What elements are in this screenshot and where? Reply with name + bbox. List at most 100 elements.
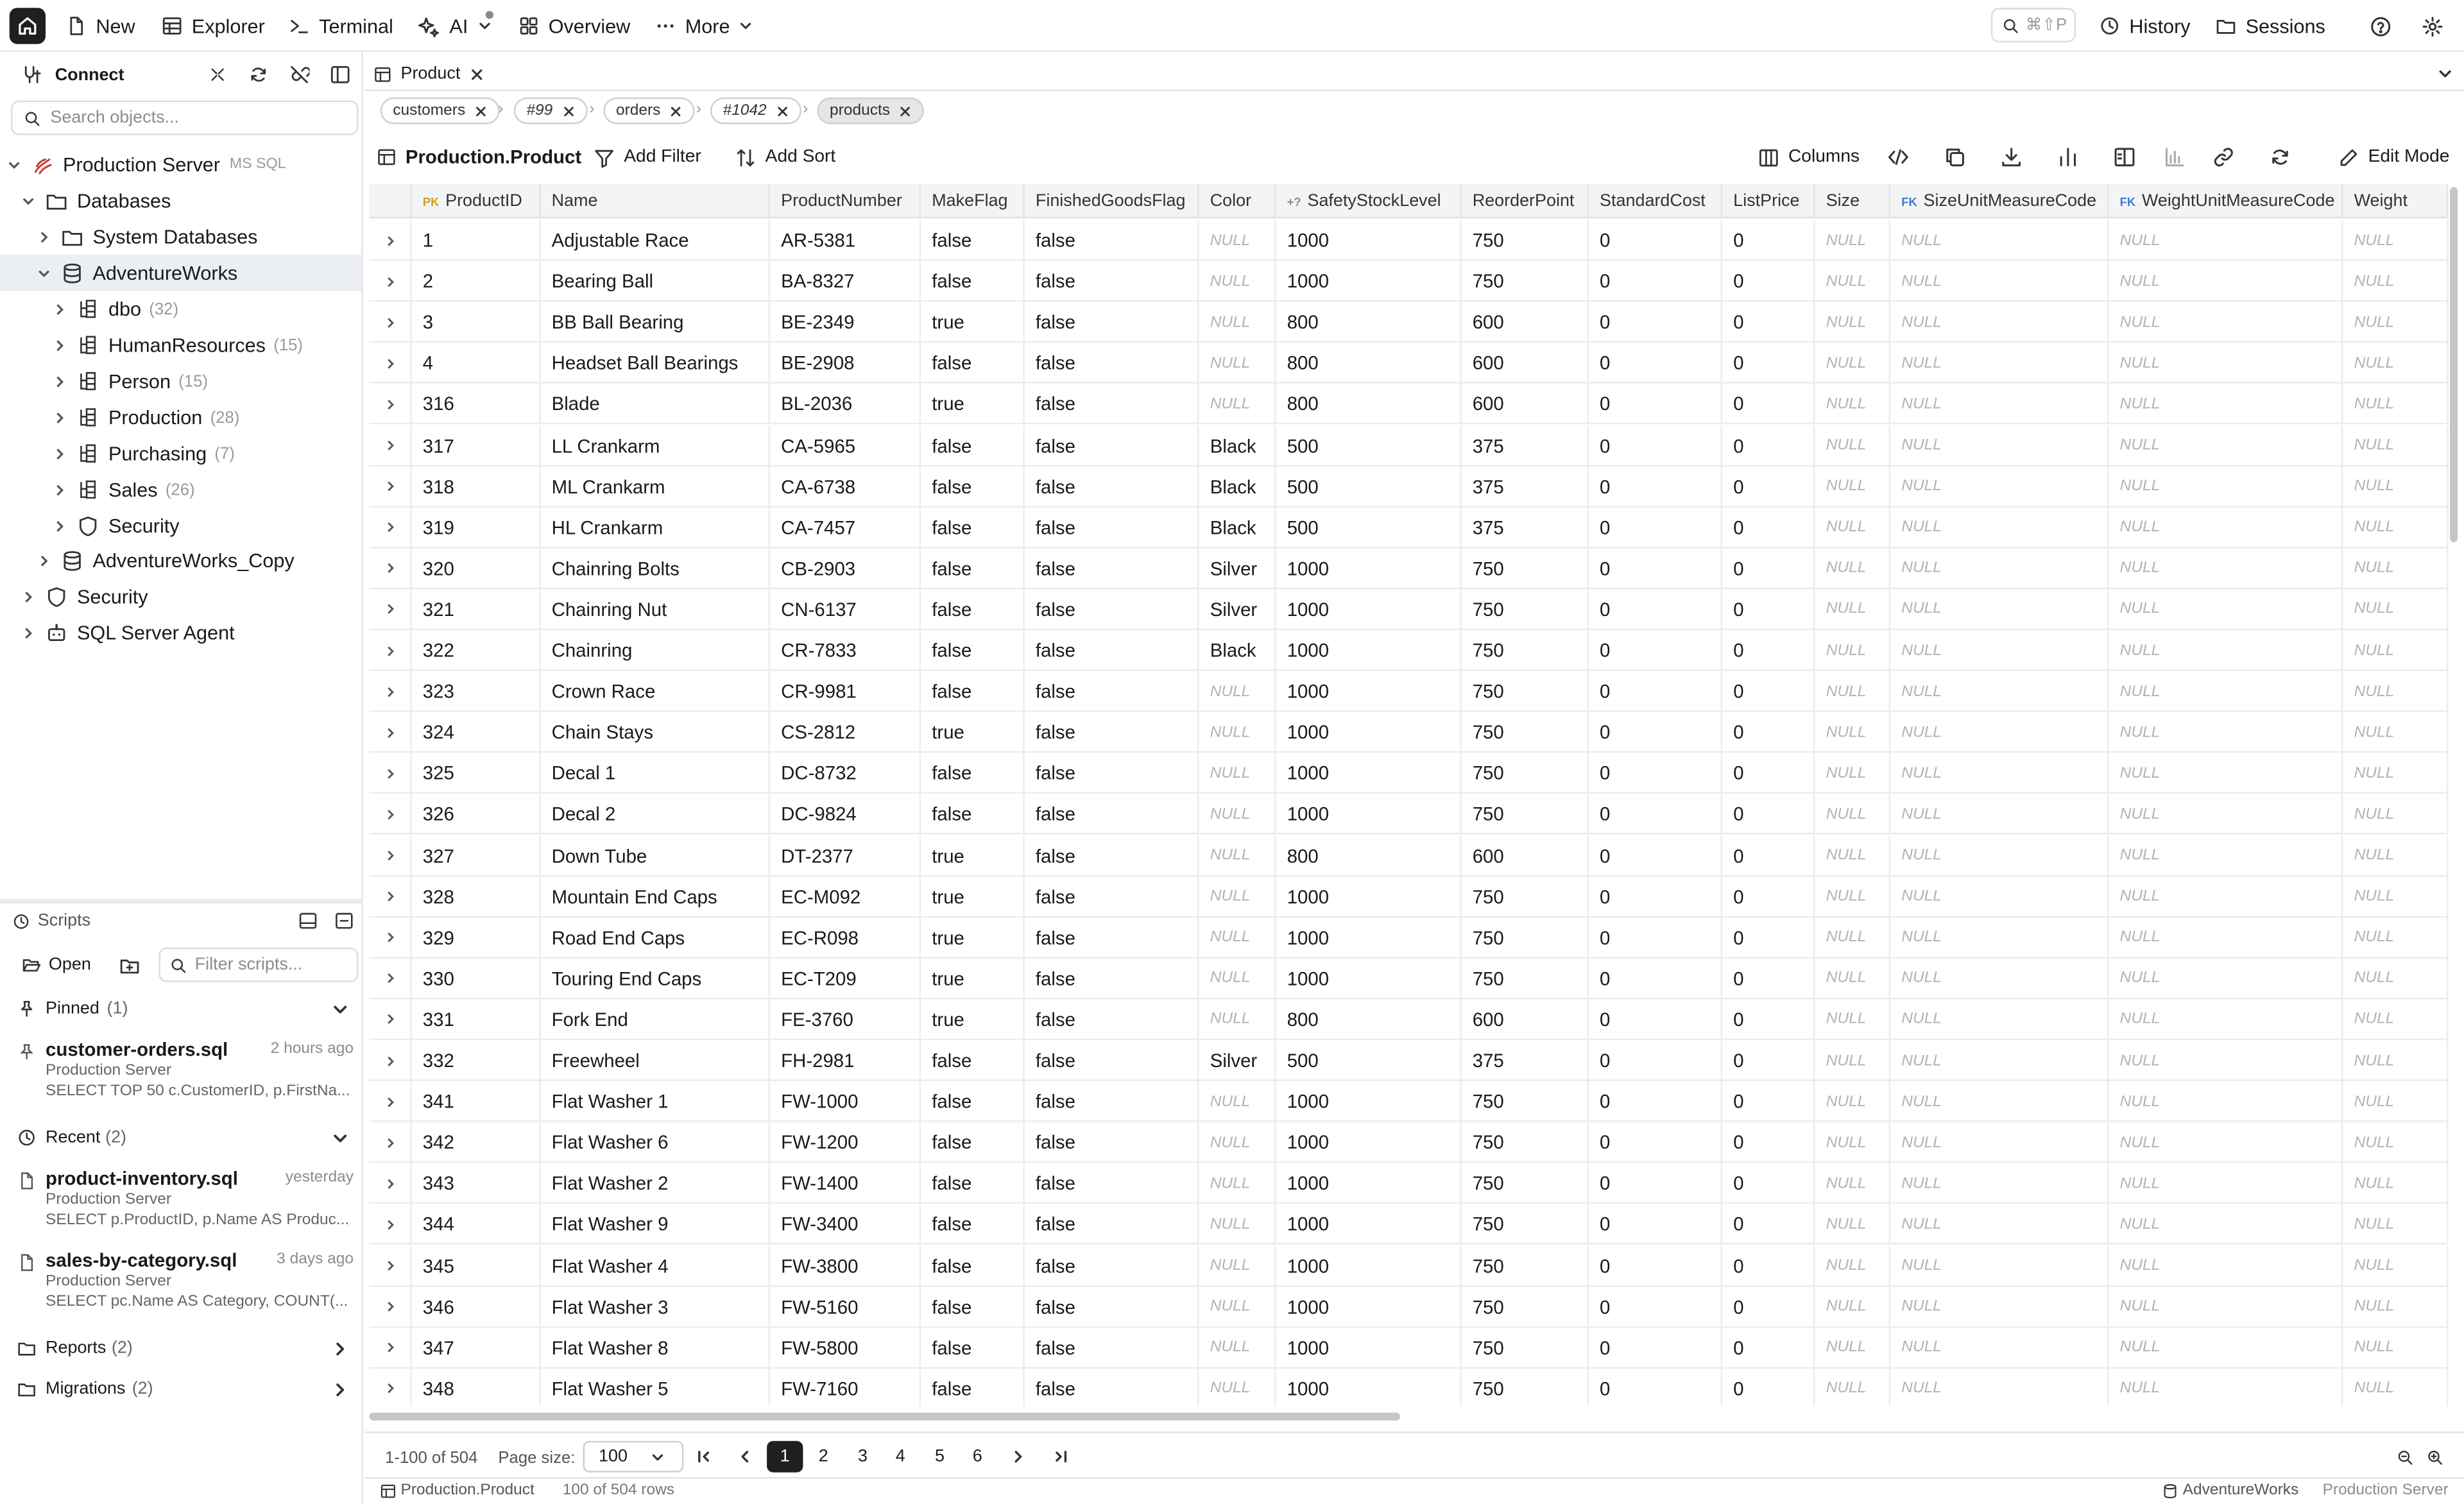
table-cell[interactable]: false (1025, 1204, 1199, 1245)
table-cell[interactable]: 0 (1722, 1163, 1815, 1204)
table-cell[interactable]: CN-6137 (770, 589, 921, 630)
expand-row-button[interactable] (370, 1040, 412, 1081)
table-cell[interactable]: 345 (412, 1245, 541, 1286)
table-cell[interactable]: false (1025, 425, 1199, 466)
table-cell[interactable]: NULL (2343, 958, 2449, 1000)
table-cell[interactable]: NULL (1815, 630, 1891, 671)
table-cell[interactable]: FW-1200 (770, 1122, 921, 1163)
table-cell[interactable]: NULL (1890, 343, 2109, 384)
table-cell[interactable]: false (1025, 589, 1199, 630)
table-cell[interactable]: 0 (1589, 1327, 1723, 1369)
table-cell[interactable]: 347 (412, 1327, 541, 1369)
table-cell[interactable]: false (921, 1040, 1025, 1081)
table-row[interactable]: 325 Decal 1 DC-8732 false false NULL 1000 750 0 0… (369, 753, 2449, 794)
table-cell[interactable]: true (921, 917, 1025, 959)
table-cell[interactable]: NULL (1815, 343, 1891, 384)
table-cell[interactable]: Decal 1 (540, 753, 771, 794)
table-cell[interactable]: 0 (1722, 302, 1815, 343)
table-cell[interactable]: NULL (1890, 1040, 2109, 1081)
table-cell[interactable]: true (921, 958, 1025, 1000)
table-cell[interactable]: 4 (412, 343, 541, 384)
zoom-in-icon[interactable] (2426, 1449, 2443, 1466)
tree-item-schema[interactable]: Sales (26) (0, 472, 361, 508)
table-cell[interactable]: CA-7457 (770, 507, 921, 548)
table-cell[interactable]: 0 (1722, 343, 1815, 384)
close-icon[interactable] (776, 105, 789, 117)
table-cell[interactable]: NULL (2343, 219, 2449, 261)
table-cell[interactable]: 1000 (1276, 1368, 1462, 1406)
table-cell[interactable]: false (1025, 917, 1199, 959)
table-cell[interactable]: 0 (1722, 219, 1815, 261)
table-cell[interactable]: NULL (1890, 917, 2109, 959)
table-cell[interactable]: false (1025, 835, 1199, 876)
table-cell[interactable]: false (1025, 753, 1199, 794)
table-cell[interactable]: 0 (1722, 261, 1815, 302)
table-cell[interactable]: 1000 (1276, 794, 1462, 835)
sidebar-divider[interactable] (0, 898, 363, 904)
script-item[interactable]: product-inventory.sql yesterday Producti… (0, 1168, 363, 1240)
table-cell[interactable]: NULL (2109, 1163, 2343, 1204)
table-cell[interactable]: false (1025, 507, 1199, 548)
table-cell[interactable]: NULL (2343, 261, 2449, 302)
last-page-button[interactable] (1051, 1441, 1070, 1473)
table-cell[interactable]: NULL (2109, 999, 2343, 1040)
code-icon[interactable] (1887, 146, 1909, 168)
breadcrumb-item[interactable]: #1042 (710, 97, 801, 124)
collapse-icon[interactable] (209, 66, 227, 83)
table-cell[interactable]: 1000 (1276, 712, 1462, 753)
page-size-select[interactable]: 100 (583, 1440, 684, 1473)
table-cell[interactable]: 0 (1722, 589, 1815, 630)
table-cell[interactable]: NULL (2109, 1245, 2343, 1286)
table-cell[interactable]: 600 (1462, 343, 1589, 384)
table-cell[interactable]: 0 (1722, 671, 1815, 712)
table-cell[interactable]: HL Crankarm (540, 507, 771, 548)
expand-row-button[interactable] (370, 835, 412, 876)
table-cell[interactable]: false (1025, 1163, 1199, 1204)
table-cell[interactable]: DC-8732 (770, 753, 921, 794)
table-cell[interactable]: 375 (1462, 425, 1589, 466)
table-cell[interactable]: 1000 (1276, 1327, 1462, 1369)
expand-row-button[interactable] (370, 343, 412, 384)
table-cell[interactable]: NULL (1890, 589, 2109, 630)
table-cell[interactable]: Chainring Bolts (540, 548, 771, 589)
table-cell[interactable]: NULL (1815, 958, 1891, 1000)
expand-row-button[interactable] (370, 1081, 412, 1122)
table-cell[interactable]: NULL (1199, 835, 1276, 876)
table-cell[interactable]: NULL (2109, 630, 2343, 671)
table-cell[interactable]: 375 (1462, 507, 1589, 548)
table-cell[interactable]: NULL (1890, 630, 2109, 671)
column-header[interactable]: MakeFlag (921, 184, 1025, 219)
table-cell[interactable]: false (1025, 712, 1199, 753)
refresh-icon[interactable] (248, 64, 269, 85)
table-cell[interactable]: 2 (412, 261, 541, 302)
table-cell[interactable]: 800 (1276, 999, 1462, 1040)
table-cell[interactable]: NULL (1199, 343, 1276, 384)
table-cell[interactable]: BA-8327 (770, 261, 921, 302)
table-cell[interactable]: 0 (1722, 1327, 1815, 1369)
table-cell[interactable]: 320 (412, 548, 541, 589)
table-cell[interactable]: 0 (1589, 1286, 1723, 1328)
table-cell[interactable]: Silver (1199, 589, 1276, 630)
column-header[interactable]: Name (540, 184, 771, 219)
table-cell[interactable]: NULL (1890, 219, 2109, 261)
table-cell[interactable]: NULL (1815, 1368, 1891, 1406)
table-cell[interactable]: false (921, 548, 1025, 589)
table-cell[interactable]: 600 (1462, 302, 1589, 343)
table-cell[interactable]: 750 (1462, 1245, 1589, 1286)
table-cell[interactable]: false (921, 343, 1025, 384)
table-cell[interactable]: Flat Washer 3 (540, 1286, 771, 1328)
table-cell[interactable]: false (1025, 384, 1199, 425)
expand-row-button[interactable] (370, 712, 412, 753)
table-cell[interactable]: NULL (2343, 507, 2449, 548)
table-cell[interactable]: NULL (1890, 876, 2109, 918)
table-cell[interactable]: NULL (1890, 425, 2109, 466)
table-cell[interactable]: Freewheel (540, 1040, 771, 1081)
table-row[interactable]: 330 Touring End Caps EC-T209 true false NULL 1… (369, 958, 2449, 1000)
table-cell[interactable]: 0 (1589, 835, 1723, 876)
table-cell[interactable]: 325 (412, 753, 541, 794)
column-header[interactable]: FK SizeUnitMeasureCode (1890, 184, 2109, 219)
table-cell[interactable]: CB-2903 (770, 548, 921, 589)
table-cell[interactable]: Black (1199, 466, 1276, 508)
table-cell[interactable]: EC-M092 (770, 876, 921, 918)
table-cell[interactable]: false (1025, 1327, 1199, 1369)
